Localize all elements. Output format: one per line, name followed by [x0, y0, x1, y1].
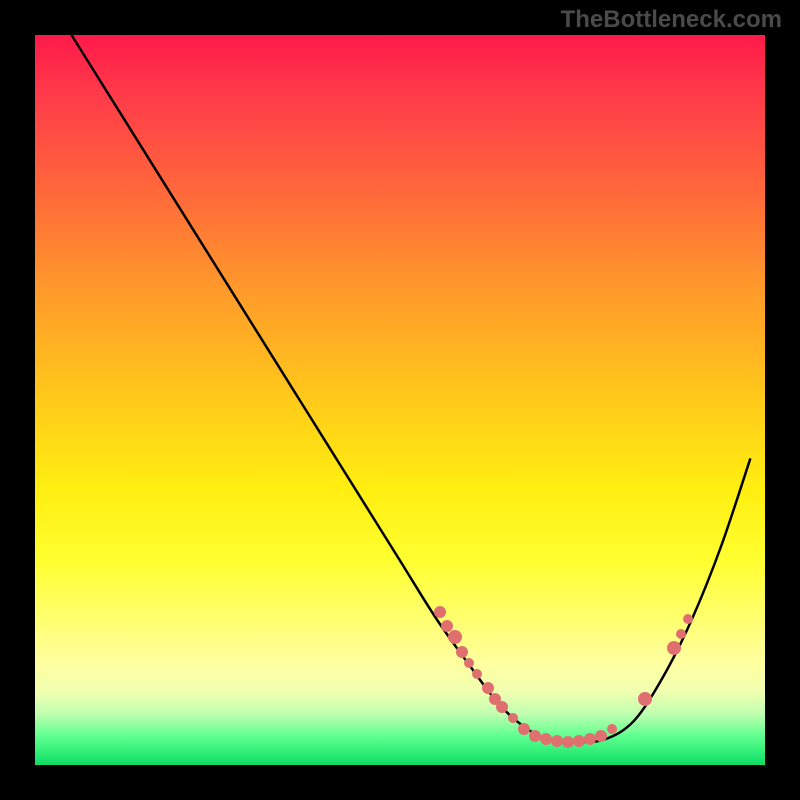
data-marker [434, 606, 446, 618]
data-marker [496, 701, 508, 713]
data-marker [595, 730, 607, 742]
data-marker [482, 682, 494, 694]
data-marker [683, 614, 693, 624]
data-marker [607, 724, 617, 734]
plot-area [35, 35, 765, 765]
bottleneck-curve [72, 35, 751, 742]
data-marker [508, 713, 518, 723]
data-marker [472, 669, 482, 679]
data-marker [464, 658, 474, 668]
curve-svg [35, 35, 765, 765]
data-marker [667, 641, 681, 655]
data-marker [638, 692, 652, 706]
watermark-text: TheBottleneck.com [561, 6, 782, 34]
data-marker [448, 630, 462, 644]
data-marker [518, 723, 530, 735]
data-marker [676, 629, 686, 639]
data-marker [456, 646, 468, 658]
